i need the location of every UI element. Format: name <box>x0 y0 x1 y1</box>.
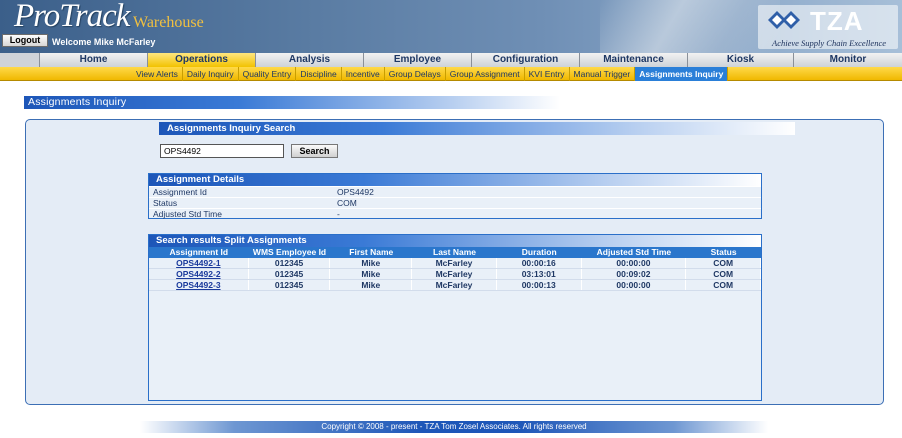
detail-label: Adjusted Std Time <box>153 209 222 219</box>
subnav-group-assignment[interactable]: Group Assignment <box>446 67 525 81</box>
detail-row-adjusted-std-time: Adjusted Std Time - <box>149 208 761 219</box>
subnav-assignments-inquiry[interactable]: Assignments Inquiry <box>635 67 729 81</box>
header-photo <box>600 0 780 53</box>
main-nav-spacer <box>0 53 40 67</box>
detail-label: Assignment Id <box>153 187 207 197</box>
page-title-bar: Assignments Inquiry <box>24 96 560 109</box>
search-section-title: Assignments Inquiry Search <box>167 123 296 134</box>
logout-button[interactable]: Logout <box>2 34 48 47</box>
split-assignments-title: Search results Split Assignments <box>149 235 761 247</box>
tza-logo: TZA Achieve Supply Chain Excellence <box>760 6 898 50</box>
tab-home[interactable]: Home <box>40 53 148 67</box>
detail-value: - <box>337 209 340 219</box>
cell-adjusted-std-time: 00:09:02 <box>582 269 687 279</box>
tab-maintenance[interactable]: Maintenance <box>580 53 688 67</box>
cell-employee-id: 012345 <box>249 258 331 268</box>
subnav-view-alerts[interactable]: View Alerts <box>132 67 183 81</box>
table-row: OPS4492-1 012345 Mike McFarley 00:00:16 … <box>149 258 761 269</box>
page-title: Assignments Inquiry <box>28 96 127 108</box>
assignment-link[interactable]: OPS4492-1 <box>176 258 220 268</box>
assignment-details-title: Assignment Details <box>149 174 761 186</box>
detail-value: OPS4492 <box>337 187 374 197</box>
detail-row-status: Status COM <box>149 197 761 208</box>
cell-duration: 00:00:13 <box>497 280 582 290</box>
app-header: ProTrack Warehouse Logout Welcome Mike M… <box>0 0 902 53</box>
subnav-discipline[interactable]: Discipline <box>296 67 342 81</box>
cell-status: COM <box>686 258 761 268</box>
search-section-header: Assignments Inquiry Search <box>159 122 795 135</box>
main-nav: Home Operations Analysis Employee Config… <box>0 53 902 67</box>
col-duration[interactable]: Duration <box>497 247 582 258</box>
protrack-logo: ProTrack <box>14 0 130 34</box>
tza-tagline: Achieve Supply Chain Excellence <box>772 38 886 48</box>
col-wms-employee-id[interactable]: WMS Employee Id <box>249 247 331 258</box>
split-assignments-panel: Search results Split Assignments Assignm… <box>148 234 762 401</box>
col-first-name[interactable]: First Name <box>330 247 412 258</box>
results-table-header: Assignment Id WMS Employee Id First Name… <box>149 247 761 258</box>
detail-row-assignment-id: Assignment Id OPS4492 <box>149 186 761 197</box>
search-button[interactable]: Search <box>291 144 338 158</box>
subnav-daily-inquiry[interactable]: Daily Inquiry <box>183 67 239 81</box>
tab-monitor[interactable]: Monitor <box>794 53 902 67</box>
cell-assignment-id: OPS4492-1 <box>149 258 249 268</box>
tab-employee[interactable]: Employee <box>364 53 472 67</box>
cell-employee-id: 012345 <box>249 269 331 279</box>
cell-assignment-id: OPS4492-3 <box>149 280 249 290</box>
cell-last-name: McFarley <box>412 280 497 290</box>
detail-value: COM <box>337 198 357 208</box>
cell-assignment-id: OPS4492-2 <box>149 269 249 279</box>
cell-adjusted-std-time: 00:00:00 <box>582 280 687 290</box>
tza-brand: TZA <box>810 6 864 36</box>
tab-operations[interactable]: Operations <box>148 53 256 67</box>
assignment-link[interactable]: OPS4492-3 <box>176 280 220 290</box>
cell-first-name: Mike <box>330 258 413 268</box>
col-adjusted-std-time[interactable]: Adjusted Std Time <box>582 247 687 258</box>
cell-status: COM <box>686 280 761 290</box>
subnav-incentive[interactable]: Incentive <box>342 67 385 81</box>
tab-analysis[interactable]: Analysis <box>256 53 364 67</box>
footer-copyright: Copyright © 2008 - present - TZA Tom Zos… <box>140 421 768 433</box>
cell-first-name: Mike <box>330 280 413 290</box>
col-last-name[interactable]: Last Name <box>412 247 497 258</box>
tab-configuration[interactable]: Configuration <box>472 53 580 67</box>
subnav-manual-trigger[interactable]: Manual Trigger <box>570 67 636 81</box>
cell-last-name: McFarley <box>412 269 497 279</box>
tab-kiosk[interactable]: Kiosk <box>688 53 794 67</box>
welcome-text: Welcome Mike McFarley <box>52 37 156 47</box>
assignment-search-input[interactable] <box>160 144 284 158</box>
cell-status: COM <box>686 269 761 279</box>
assignment-details-panel: Assignment Details Assignment Id OPS4492… <box>148 173 762 219</box>
cell-duration: 00:00:16 <box>497 258 582 268</box>
detail-label: Status <box>153 198 178 208</box>
sub-nav: View Alerts Daily Inquiry Quality Entry … <box>0 67 902 81</box>
assignment-link[interactable]: OPS4492-2 <box>176 269 220 279</box>
protrack-logo-sub: Warehouse <box>133 14 204 31</box>
table-row: OPS4492-2 012345 Mike McFarley 03:13:01 … <box>149 269 761 280</box>
subnav-kvi-entry[interactable]: KVI Entry <box>525 67 570 81</box>
col-status[interactable]: Status <box>686 247 761 258</box>
cell-adjusted-std-time: 00:00:00 <box>582 258 687 268</box>
cell-employee-id: 012345 <box>249 280 331 290</box>
cell-duration: 03:13:01 <box>497 269 582 279</box>
tza-diamond-icon <box>768 11 800 29</box>
subnav-quality-entry[interactable]: Quality Entry <box>239 67 297 81</box>
table-row: OPS4492-3 012345 Mike McFarley 00:00:13 … <box>149 280 761 291</box>
subnav-group-delays[interactable]: Group Delays <box>385 67 446 81</box>
cell-last-name: McFarley <box>412 258 497 268</box>
cell-first-name: Mike <box>330 269 413 279</box>
col-assignment-id[interactable]: Assignment Id <box>149 247 249 258</box>
